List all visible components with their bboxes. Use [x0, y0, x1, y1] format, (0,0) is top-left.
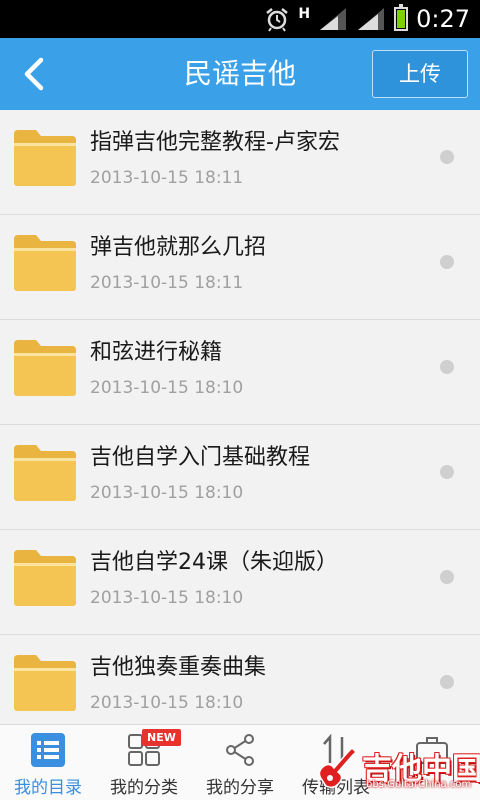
back-button[interactable]	[12, 52, 56, 96]
bottom-nav: 我的目录 NEW 我的分类 我的分享 传输列表	[0, 724, 480, 800]
select-dot[interactable]	[440, 360, 454, 374]
list-item[interactable]: 弹吉他就那么几招 2013-10-15 18:11	[0, 215, 480, 320]
file-name: 吉他独奏重奏曲集	[90, 655, 267, 680]
list-item[interactable]: 和弦进行秘籍 2013-10-15 18:10	[0, 320, 480, 425]
file-date: 2013-10-15 18:10	[90, 378, 244, 398]
folder-icon	[14, 655, 76, 711]
tab-label: 传输列表	[302, 778, 370, 798]
list-item[interactable]: 吉他独奏重奏曲集 2013-10-15 18:10	[0, 635, 480, 724]
list-item[interactable]: 指弹吉他完整教程-卢家宏 2013-10-15 18:11	[0, 110, 480, 215]
signal-icon	[320, 8, 347, 30]
share-icon	[226, 734, 254, 766]
file-name: 吉他自学24课（朱迎版）	[90, 550, 338, 575]
status-bar: H 0:27	[0, 0, 480, 38]
file-date: 2013-10-15 18:11	[90, 168, 244, 188]
list-item[interactable]: 吉他自学入门基础教程 2013-10-15 18:10	[0, 425, 480, 530]
folder-icon	[14, 235, 76, 291]
select-dot[interactable]	[440, 675, 454, 689]
file-date: 2013-10-15 18:10	[90, 588, 244, 608]
network-type: H	[298, 6, 311, 22]
file-date: 2013-10-15 18:10	[90, 483, 244, 503]
battery-icon	[394, 4, 409, 31]
briefcase-icon	[416, 737, 448, 764]
file-date: 2013-10-15 18:10	[90, 693, 244, 713]
tab-transfer-list[interactable]: 传输列表	[288, 725, 384, 800]
select-dot[interactable]	[440, 150, 454, 164]
tab-more[interactable]	[384, 725, 480, 800]
clock: 0:27	[416, 5, 470, 33]
signal-icon	[358, 8, 385, 30]
file-name: 和弦进行秘籍	[90, 340, 223, 365]
tab-label: 我的分类	[110, 778, 178, 798]
folder-icon	[14, 130, 76, 186]
file-name: 弹吉他就那么几招	[90, 235, 267, 260]
file-date: 2013-10-15 18:11	[90, 273, 244, 293]
select-dot[interactable]	[440, 255, 454, 269]
select-dot[interactable]	[440, 570, 454, 584]
file-list: 指弹吉他完整教程-卢家宏 2013-10-15 18:11 弹吉他就那么几招 2…	[0, 110, 480, 724]
folder-icon	[14, 550, 76, 606]
transfer-icon	[323, 733, 349, 767]
folder-icon	[14, 445, 76, 501]
folder-icon	[14, 340, 76, 396]
title-bar: 民谣吉他 上传	[0, 38, 480, 110]
chevron-left-icon	[24, 57, 44, 91]
tab-my-directory[interactable]: 我的目录	[0, 725, 96, 800]
tab-my-shares[interactable]: 我的分享	[192, 725, 288, 800]
tab-my-categories[interactable]: NEW 我的分类	[96, 725, 192, 800]
file-name: 吉他自学入门基础教程	[90, 445, 311, 470]
tab-label: 我的目录	[14, 778, 82, 798]
list-icon	[31, 733, 65, 767]
select-dot[interactable]	[440, 465, 454, 479]
new-badge: NEW	[142, 729, 181, 746]
list-item[interactable]: 吉他自学24课（朱迎版） 2013-10-15 18:10	[0, 530, 480, 635]
file-name: 指弹吉他完整教程-卢家宏	[90, 130, 340, 155]
tab-label: 我的分享	[206, 778, 274, 798]
alarm-icon	[266, 8, 289, 32]
upload-button[interactable]: 上传	[372, 50, 468, 98]
